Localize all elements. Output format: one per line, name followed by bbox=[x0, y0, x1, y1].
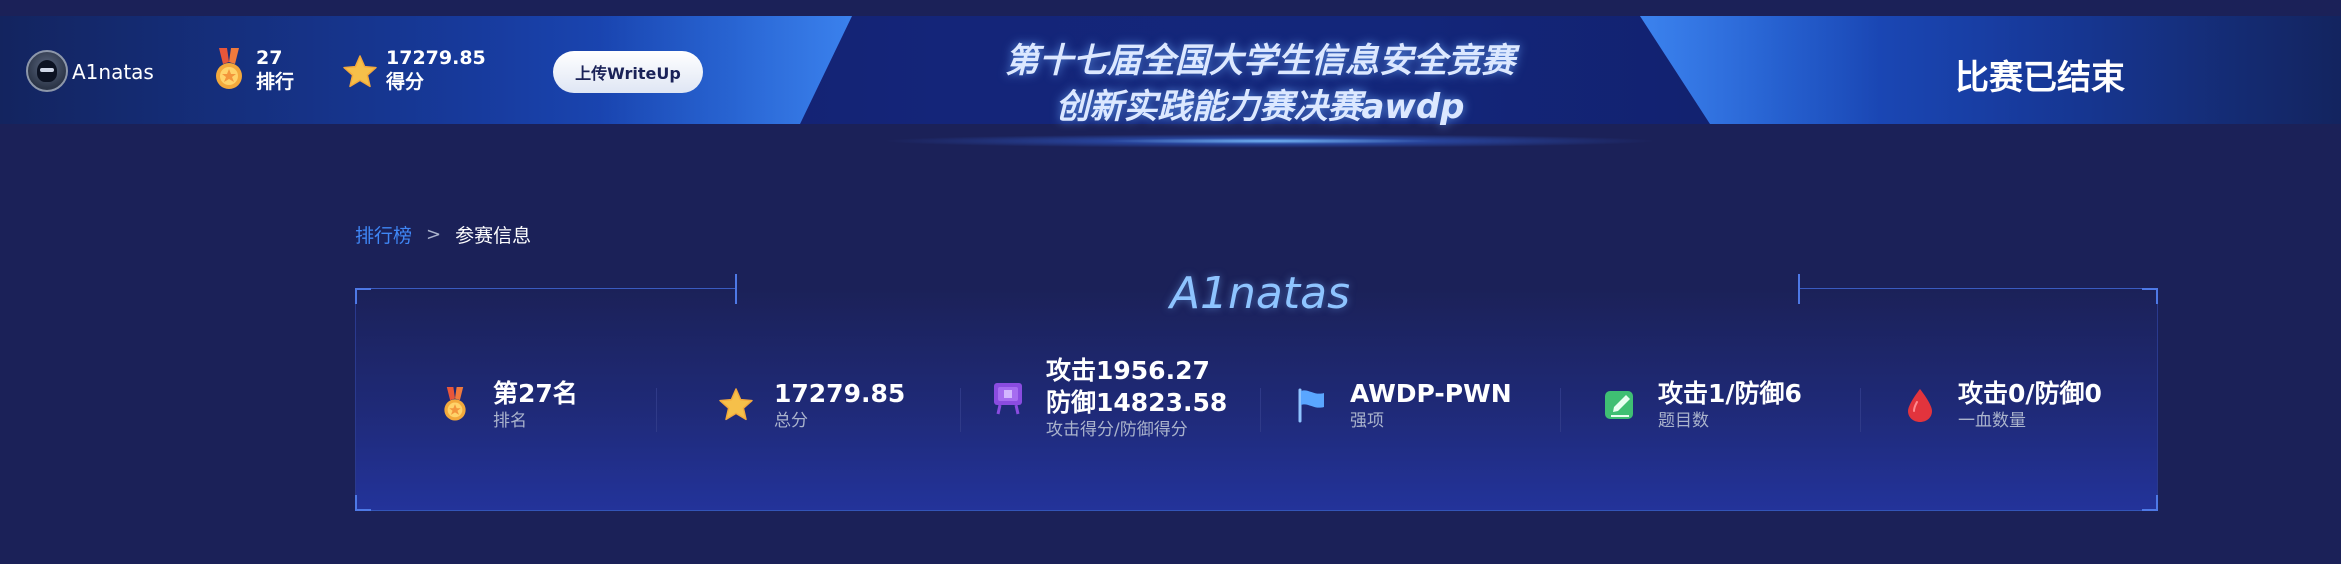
stat-total-score-value: 17279.85 bbox=[774, 379, 906, 408]
stat-divider bbox=[1560, 388, 1561, 432]
stat-first-blood-value: 攻击0/防御0 bbox=[1958, 379, 2102, 408]
breadcrumb-leaderboard-link[interactable]: 排行榜 bbox=[355, 221, 412, 248]
header-rank: 27 排行 bbox=[256, 46, 294, 94]
header-score: 17279.85 得分 bbox=[386, 46, 486, 94]
competition-title: 第十七届全国大学生信息安全竞赛 创新实践能力赛决赛awdp bbox=[900, 38, 1620, 130]
stat-strength-value: AWDP-PWN bbox=[1350, 379, 1512, 408]
frame-corner-top-right bbox=[2142, 288, 2158, 304]
stat-strength-label: 强项 bbox=[1350, 411, 1384, 431]
frame-corner-bottom-left bbox=[355, 495, 371, 511]
flag-banner-icon bbox=[994, 383, 1022, 415]
stat-challenge-count-label: 题目数 bbox=[1658, 411, 1709, 431]
stat-strength: AWDP-PWN 强项 bbox=[1294, 378, 1512, 432]
header-score-label: 得分 bbox=[386, 71, 425, 93]
stat-divider bbox=[656, 388, 657, 432]
stat-divider bbox=[1860, 388, 1861, 432]
frame-bottom-line bbox=[355, 510, 2158, 511]
stat-rank: 第27名 排名 bbox=[437, 378, 578, 432]
stat-total-score-label: 总分 bbox=[774, 411, 808, 431]
frame-top-left-line bbox=[355, 288, 735, 289]
frame-right-line bbox=[2157, 288, 2158, 510]
team-name: A1natas bbox=[1169, 268, 1351, 319]
stat-rank-label: 排名 bbox=[493, 411, 527, 431]
stat-first-blood-label: 一血数量 bbox=[1958, 411, 2026, 431]
header-rank-label: 排行 bbox=[256, 71, 295, 93]
stat-rank-value: 第27名 bbox=[493, 379, 578, 408]
stat-total-score: 17279.85 总分 bbox=[718, 378, 905, 432]
star-icon bbox=[719, 388, 753, 421]
stat-defense-score-value: 防御14823.58 bbox=[1046, 388, 1228, 417]
competition-status: 比赛已结束 bbox=[1955, 58, 2125, 98]
flag-icon bbox=[1298, 388, 1324, 423]
title-line-2: 创新实践能力赛决赛awdp bbox=[1055, 87, 1465, 127]
frame-top-right-line bbox=[1798, 288, 2158, 289]
title-glow bbox=[880, 134, 1660, 148]
stat-challenge-count: 攻击1/防御6 题目数 bbox=[1602, 378, 1802, 432]
stat-divider bbox=[1260, 388, 1261, 432]
username: A1natas bbox=[72, 60, 154, 84]
page: A1natas 27 排行 17279.85 得分 上传WriteUp 第十七届… bbox=[0, 0, 2341, 564]
stat-attack-defense-label: 攻击得分/防御得分 bbox=[1046, 420, 1188, 440]
header-score-value: 17279.85 bbox=[386, 47, 486, 69]
breadcrumb-separator: > bbox=[426, 224, 442, 245]
frame-top-left-tick bbox=[735, 274, 737, 304]
medal-icon bbox=[444, 387, 466, 421]
frame-top-right-tick bbox=[1798, 274, 1800, 304]
stat-attack-defense-score: 攻击1956.27 防御14823.58 攻击得分/防御得分 bbox=[990, 355, 1227, 441]
edit-icon bbox=[1605, 391, 1633, 419]
frame-corner-top-left bbox=[355, 288, 371, 304]
title-line-1: 第十七届全国大学生信息安全竞赛 bbox=[1005, 41, 1515, 81]
avatar[interactable] bbox=[26, 50, 68, 92]
team-info-card bbox=[355, 288, 2158, 510]
upload-writeup-button[interactable]: 上传WriteUp bbox=[553, 51, 703, 93]
stat-challenge-count-value: 攻击1/防御6 bbox=[1658, 379, 1802, 408]
stat-attack-score-value: 攻击1956.27 bbox=[1046, 356, 1210, 385]
stat-first-blood: 攻击0/防御0 一血数量 bbox=[1902, 378, 2102, 432]
header-rank-value: 27 bbox=[256, 47, 283, 69]
breadcrumb-current: 参赛信息 bbox=[455, 225, 532, 247]
star-icon bbox=[343, 55, 377, 88]
frame-left-line bbox=[355, 288, 356, 510]
blood-drop-icon bbox=[1908, 389, 1932, 422]
breadcrumb: 排行榜 > 参赛信息 bbox=[355, 221, 531, 248]
frame-corner-bottom-right bbox=[2142, 495, 2158, 511]
medal-icon bbox=[216, 48, 242, 89]
stat-divider bbox=[960, 388, 961, 432]
